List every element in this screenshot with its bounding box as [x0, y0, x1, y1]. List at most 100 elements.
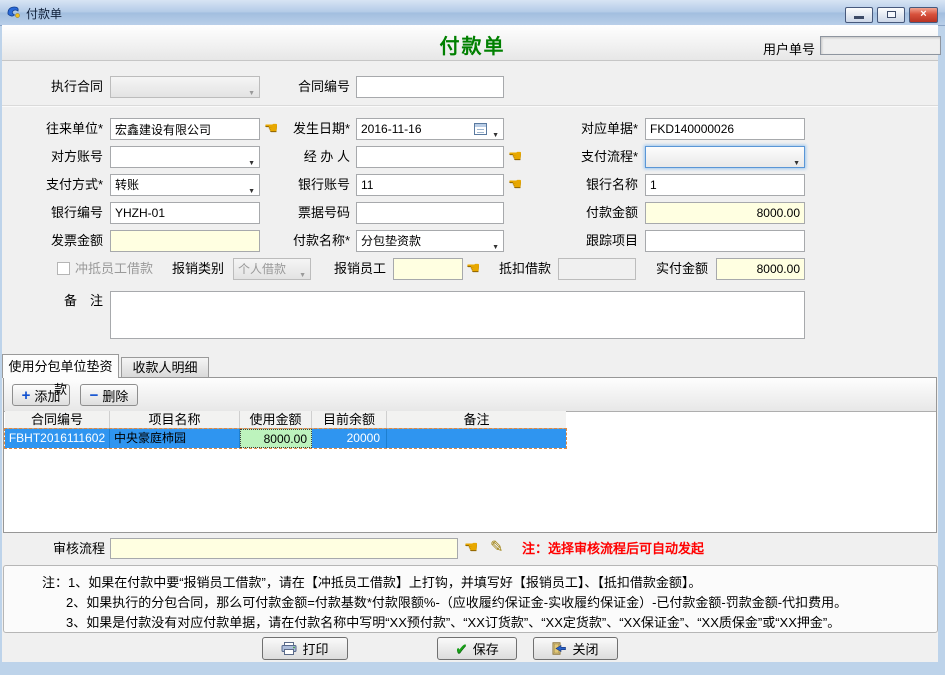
- bank-name-label: 银行名称: [576, 174, 638, 196]
- plus-icon: +: [22, 388, 31, 403]
- cell-note: [387, 429, 566, 448]
- app-icon: [5, 4, 21, 20]
- grid-toolbar: [4, 378, 936, 412]
- maximize-button[interactable]: [877, 7, 905, 23]
- chevron-down-icon: ▼: [492, 238, 499, 252]
- tab-subcontract-advance[interactable]: 使用分包单位垫资款: [2, 354, 119, 378]
- deduct-loan-input: [558, 258, 636, 280]
- doc-no-input[interactable]: [645, 118, 805, 140]
- pay-flow-label: 支付流程*: [576, 146, 638, 168]
- hand-picker-icon[interactable]: ☚: [466, 258, 486, 280]
- vendor-input[interactable]: [110, 118, 260, 140]
- track-project-label: 跟踪项目: [576, 230, 638, 252]
- doc-no-label: 对应单据*: [576, 118, 638, 140]
- actual-amount-input[interactable]: [716, 258, 805, 280]
- track-project-input[interactable]: [645, 230, 805, 252]
- vendor-label: 往来单位*: [28, 118, 103, 140]
- hand-picker-icon[interactable]: ☚: [464, 537, 484, 559]
- print-button[interactable]: 打印: [262, 637, 348, 660]
- expense-type-label: 报销类别: [160, 258, 224, 280]
- grid-header-note: 备注: [387, 411, 566, 429]
- bank-account-label: 银行账号: [288, 174, 350, 196]
- notes-line-1: 注：1、如果在付款中要“报销员工借款”，请在【冲抵员工借款】上打钩，并填写好【报…: [42, 572, 701, 591]
- audit-flow-label: 审核流程: [50, 538, 105, 560]
- bill-no-label: 票据号码: [288, 202, 350, 224]
- table-row[interactable]: FBHT2016111602 中央豪庭柿园 8000.00 20000: [5, 429, 566, 448]
- hand-picker-icon[interactable]: ☚: [264, 118, 284, 140]
- offset-loan-label: 冲抵员工借款: [75, 258, 170, 280]
- notes-line-2: 2、如果执行的分包合同，那么可付款金额=付款基数*付款限额%-（应收履约保证金-…: [66, 592, 847, 611]
- divider: [2, 105, 938, 107]
- check-icon: ✔: [455, 640, 468, 658]
- bank-account-input[interactable]: [356, 174, 504, 196]
- save-button[interactable]: ✔ 保存: [437, 637, 517, 660]
- cell-balance: 20000: [312, 429, 387, 448]
- chevron-down-icon: ▼: [248, 154, 255, 168]
- invoice-amount-input[interactable]: [110, 230, 260, 252]
- deduct-loan-label: 抵扣借款: [495, 258, 551, 280]
- contract-no-label: 合同编号: [288, 76, 350, 98]
- pay-name-label: 付款名称*: [288, 230, 350, 252]
- hand-picker-icon[interactable]: ☚: [508, 174, 528, 196]
- minimize-button[interactable]: [845, 7, 873, 23]
- close-form-button[interactable]: 关闭: [533, 637, 618, 660]
- calendar-icon[interactable]: [474, 123, 487, 135]
- counter-account-combo[interactable]: ▼: [110, 146, 260, 168]
- chevron-down-icon: ▼: [248, 84, 255, 98]
- close-icon: ×: [910, 8, 937, 21]
- pay-method-combo[interactable]: 转账▼: [110, 174, 260, 196]
- memo-textarea[interactable]: [110, 291, 805, 339]
- chevron-down-icon: ▼: [793, 154, 800, 168]
- invoice-amount-label: 发票金额: [28, 230, 103, 252]
- minimize-icon: [854, 16, 864, 19]
- actual-amount-label: 实付金额: [648, 258, 708, 280]
- user-no-label: 用户单号: [763, 39, 815, 58]
- window-title: 付款单: [26, 5, 62, 22]
- offset-loan-checkbox: [57, 262, 70, 275]
- tab-payee-detail[interactable]: 收款人明细: [121, 357, 209, 378]
- audit-flow-input[interactable]: [110, 538, 458, 559]
- user-no-input[interactable]: [820, 36, 941, 55]
- pay-amount-label: 付款金额: [576, 202, 638, 224]
- pay-amount-input[interactable]: [645, 202, 805, 224]
- pay-name-combo[interactable]: 分包垫资款▼: [356, 230, 504, 252]
- cell-contract-no: FBHT2016111602: [5, 429, 110, 448]
- grid-header-project-name: 项目名称: [110, 411, 240, 429]
- cell-used-amount[interactable]: 8000.00: [240, 429, 312, 448]
- contract-no-input[interactable]: [356, 76, 504, 98]
- execute-contract-combo: ▼: [110, 76, 260, 98]
- grid-header-balance: 目前余额: [312, 411, 387, 429]
- door-icon: [552, 642, 567, 655]
- notes-line-3: 3、如果是付款没有对应付款单据，请在付款名称中写明“XX预付款”、“XX订货款”…: [66, 612, 840, 631]
- handler-input[interactable]: [356, 146, 504, 168]
- payment-window: 付款单 × 付款单 用户单号 执行合同 ▼ 合同编号 往来单位* ☚ 发生日期*…: [0, 0, 945, 675]
- cell-project-name: 中央豪庭柿园: [110, 429, 240, 448]
- memo-label: 备 注: [28, 290, 103, 312]
- bill-no-input[interactable]: [356, 202, 504, 224]
- pen-icon[interactable]: ✎: [490, 537, 510, 559]
- audit-note: 注：选择审核流程后可自动发起: [522, 538, 704, 560]
- date-input[interactable]: 2016-11-16▼: [356, 118, 504, 140]
- delete-button[interactable]: −删除: [80, 384, 138, 406]
- pay-method-label: 支付方式*: [28, 174, 103, 196]
- minus-icon: −: [90, 388, 99, 403]
- execute-contract-label: 执行合同: [28, 76, 103, 98]
- close-button[interactable]: ×: [909, 7, 938, 23]
- bank-name-input[interactable]: [645, 174, 805, 196]
- grid-header-contract-no: 合同编号: [5, 411, 110, 429]
- maximize-icon: [887, 11, 896, 18]
- bank-code-input[interactable]: [110, 202, 260, 224]
- bank-code-label: 银行编号: [28, 202, 103, 224]
- counter-account-label: 对方账号: [28, 146, 103, 168]
- expense-employee-input[interactable]: [393, 258, 463, 280]
- chevron-down-icon[interactable]: ▼: [492, 126, 499, 140]
- chevron-down-icon: ▼: [299, 266, 306, 280]
- grid-header-used-amount: 使用金额: [240, 411, 312, 429]
- chevron-down-icon: ▼: [248, 182, 255, 196]
- expense-type-combo: 个人借款▼: [233, 258, 311, 280]
- expense-employee-label: 报销员工: [330, 258, 386, 280]
- titlebar: 付款单 ×: [0, 0, 945, 26]
- handler-label: 经 办 人: [288, 146, 350, 168]
- pay-flow-combo[interactable]: ▼: [645, 146, 805, 168]
- hand-picker-icon[interactable]: ☚: [508, 146, 528, 168]
